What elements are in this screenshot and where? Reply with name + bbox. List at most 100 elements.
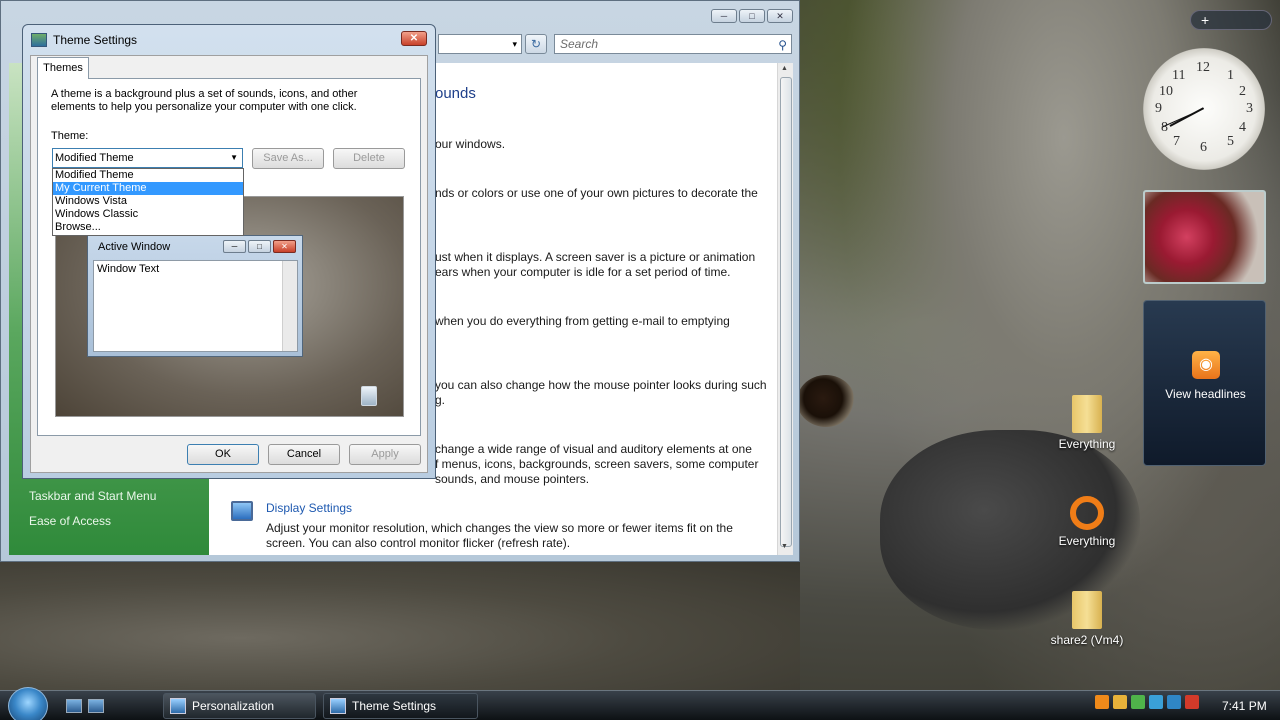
clock-number: 6 (1200, 140, 1207, 155)
desktop-wallpaper-lower (0, 560, 800, 690)
clock-number: 7 (1173, 134, 1180, 149)
clock-number: 8 (1161, 120, 1168, 135)
content-text: g. (435, 393, 446, 407)
display-settings-link[interactable]: Display Settings (266, 501, 352, 515)
preview-scrollbar (282, 261, 297, 351)
display-settings-icon (231, 501, 253, 521)
desktop-icon-label: Everything (1058, 534, 1116, 548)
clock-number: 11 (1172, 68, 1186, 83)
theme-select[interactable]: Modified Theme ▼ (52, 148, 243, 168)
personalization-icon (170, 698, 186, 714)
volume-muted-icon[interactable] (1185, 695, 1199, 709)
wallpaper-koala-eye (797, 375, 855, 427)
feed-headlines-gadget[interactable]: ◉ View headlines (1143, 300, 1266, 466)
scroll-up-icon[interactable]: ▲ (781, 65, 788, 72)
theme-dropdown-list[interactable]: Modified Theme My Current Theme Windows … (52, 168, 244, 236)
content-text: change a wide range of visual and audito… (435, 442, 752, 456)
content-text: f menus, icons, backgrounds, screen save… (435, 457, 759, 471)
clock-number: 10 (1159, 84, 1173, 99)
scroll-down-icon[interactable]: ▼ (781, 543, 788, 550)
dropdown-option[interactable]: Windows Classic (53, 208, 243, 221)
content-text: nds or colors or use one of your own pic… (435, 186, 758, 200)
dialog-close-button[interactable]: ✕ (401, 31, 427, 46)
search-tray-icon[interactable] (1095, 695, 1109, 709)
desktop-icon-everything-app[interactable]: Everything (1042, 496, 1132, 548)
cancel-button[interactable]: Cancel (268, 444, 340, 465)
add-gadget-icon[interactable]: + (1201, 11, 1209, 29)
dropdown-option-selected[interactable]: My Current Theme (53, 182, 243, 195)
close-icon: ✕ (273, 240, 296, 253)
vertical-scrollbar[interactable]: ▲ ▼ (777, 63, 793, 555)
window-text: Window Text (97, 263, 160, 275)
minimize-button[interactable]: ─ (711, 9, 737, 23)
shield-tray-icon[interactable] (1113, 695, 1127, 709)
clock-number: 5 (1227, 134, 1234, 149)
taskbar-clock[interactable]: 7:41 PM (1222, 699, 1267, 713)
search-placeholder: Search (560, 37, 599, 51)
recycle-bin-icon (361, 386, 377, 406)
theme-label: Theme: (51, 130, 89, 142)
delete-button[interactable]: Delete (333, 148, 405, 169)
desktop-icon-everything-folder[interactable]: Everything (1042, 395, 1132, 451)
display-settings-description: Adjust your monitor resolution, which ch… (266, 521, 733, 550)
theme-settings-icon (31, 33, 47, 47)
taskbar-button-personalization[interactable]: Personalization (163, 693, 316, 719)
dropdown-option[interactable]: Browse... (53, 221, 243, 234)
sidebar-gadget-controls[interactable]: + (1190, 10, 1272, 30)
network-tray-icon[interactable] (1131, 695, 1145, 709)
theme-settings-dialog: Theme Settings ✕ Themes A theme is a bac… (22, 24, 436, 479)
sidebar-link-taskbar[interactable]: Taskbar and Start Menu (29, 489, 156, 503)
content-text: our windows. (435, 137, 506, 151)
tab-themes[interactable]: Themes (37, 57, 89, 79)
dialog-title: Theme Settings (53, 33, 138, 47)
taskbar: Personalization Theme Settings 7:41 PM (0, 687, 1280, 720)
apply-button[interactable]: Apply (349, 444, 421, 465)
content-text: sounds, and mouse pointers. (435, 472, 590, 486)
address-dropdown[interactable]: ▾ (438, 34, 522, 54)
desktop-icon-share2[interactable]: share2 (Vm4) (1042, 591, 1132, 647)
rss-icon: ◉ (1192, 351, 1220, 379)
scroll-thumb[interactable] (780, 77, 792, 547)
tray-icon[interactable] (1149, 695, 1163, 709)
search-icon[interactable]: ⚲ (778, 36, 787, 54)
show-desktop-icon[interactable] (66, 699, 82, 713)
clock-number: 9 (1155, 101, 1162, 116)
taskbar-button-label: Personalization (192, 699, 275, 713)
clock-gadget[interactable]: 12 1 2 3 4 5 6 7 8 9 10 11 (1143, 48, 1265, 170)
clock-number: 4 (1239, 120, 1246, 135)
system-tray (1095, 695, 1199, 709)
page-heading: ounds (435, 85, 476, 102)
taskbar-button-theme-settings[interactable]: Theme Settings (323, 693, 478, 719)
active-window-title: Active Window (98, 241, 171, 253)
window-controls: ─ □ ✕ (711, 9, 793, 23)
slideshow-gadget[interactable] (1143, 190, 1266, 284)
search-input[interactable]: Search ⚲ (554, 34, 792, 54)
clock-number: 12 (1196, 60, 1210, 75)
theme-select-value: Modified Theme (55, 152, 134, 164)
switch-windows-icon[interactable] (88, 699, 104, 713)
dropdown-option[interactable]: Windows Vista (53, 195, 243, 208)
sidebar-link-ease-of-access[interactable]: Ease of Access (29, 514, 111, 528)
ok-button[interactable]: OK (187, 444, 259, 465)
desktop-icon-label: Everything (1058, 437, 1116, 451)
chevron-down-icon[interactable]: ▼ (230, 149, 238, 167)
save-as-button[interactable]: Save As... (252, 148, 324, 169)
start-orb-icon[interactable] (8, 687, 48, 720)
folder-shortcut-icon (1072, 591, 1102, 629)
view-headlines-label[interactable]: View headlines (1144, 387, 1267, 401)
maximize-button[interactable]: □ (739, 9, 765, 23)
dropdown-option[interactable]: Modified Theme (53, 169, 243, 182)
maximize-icon: □ (248, 240, 271, 253)
monitor-tray-icon[interactable] (1167, 695, 1181, 709)
window-text-area: Window Text (93, 260, 298, 352)
preview-window-controls: ─ □ ✕ (223, 240, 296, 253)
clock-minute-hand (1161, 108, 1204, 128)
theme-settings-icon (330, 698, 346, 714)
content-text: when you do everything from getting e-ma… (435, 314, 730, 328)
refresh-icon[interactable]: ↻ (525, 34, 547, 54)
content-text: ears when your computer is idle for a se… (435, 265, 731, 279)
close-button[interactable]: ✕ (767, 9, 793, 23)
clock-number: 2 (1239, 84, 1246, 99)
clock-number: 1 (1227, 68, 1234, 83)
everything-app-icon (1070, 496, 1104, 530)
